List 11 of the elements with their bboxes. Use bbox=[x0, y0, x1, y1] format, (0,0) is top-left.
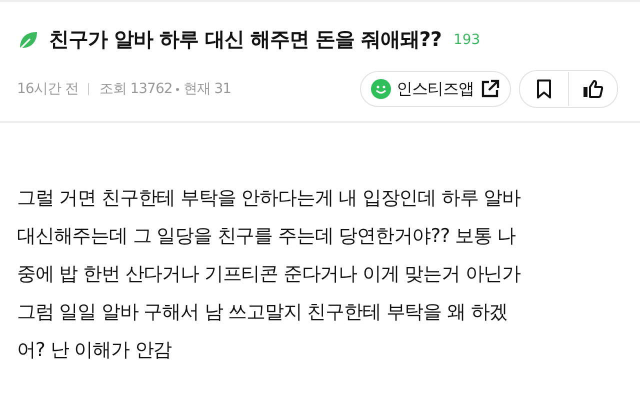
bookmark-icon bbox=[535, 79, 553, 99]
post-time: 16시간 전 bbox=[17, 80, 78, 98]
view-count: 조회 13762 bbox=[99, 80, 172, 98]
app-button[interactable]: 인스티즈앱 bbox=[360, 71, 511, 107]
post-title: 친구가 알바 하루 대신 해주면 돈을 줘애돼?? bbox=[49, 26, 442, 53]
current-viewers: 현재 31 bbox=[183, 80, 232, 98]
post-body: 그럴 거면 친구한테 부탁을 안하다는게 내 입장인데 하루 알바 대신해주는데 그 일당을 친구를 주는데 당연한거야?? 보통 나 중에 밥 한번 산다거나 기프티콘 준다거나 이게 맞는거 아닌가 그럼 일일 알바 구해서 남 쓰고말지 친구한테 부탁을 왜 하겠 어? 난 이해가 안감 bbox=[17, 186, 522, 363]
thumbs-up-icon bbox=[582, 79, 604, 99]
smiley-icon bbox=[370, 79, 390, 99]
comment-count: 193 bbox=[453, 32, 480, 48]
external-link-icon bbox=[480, 79, 500, 99]
